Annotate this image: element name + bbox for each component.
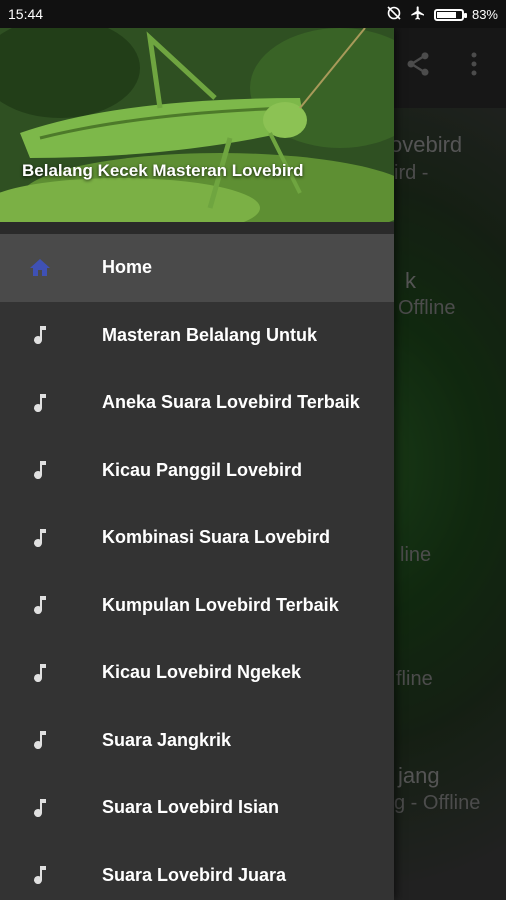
menu-item-home[interactable]: Home bbox=[0, 234, 394, 302]
menu-item-label: Kumpulan Lovebird Terbaik bbox=[102, 594, 339, 615]
music-note-icon bbox=[28, 796, 52, 820]
header-divider bbox=[0, 222, 394, 234]
menu-item-kumpulan-lovebird[interactable]: Kumpulan Lovebird Terbaik bbox=[0, 572, 394, 640]
music-note-icon bbox=[28, 661, 52, 685]
menu-item-kombinasi-suara[interactable]: Kombinasi Suara Lovebird bbox=[0, 504, 394, 572]
airplane-mode-icon bbox=[410, 5, 426, 24]
menu-item-label: Kombinasi Suara Lovebird bbox=[102, 527, 331, 548]
menu-item-kicau-panggil[interactable]: Kicau Panggil Lovebird bbox=[0, 437, 394, 505]
drawer-header-title: Belalang Kecek Masteran Lovebird bbox=[22, 161, 304, 180]
menu-item-label: Kicau Lovebird Ngekek bbox=[102, 662, 302, 683]
grasshopper-image bbox=[0, 28, 394, 222]
battery-percent: 83% bbox=[471, 7, 498, 22]
menu-item-label: Home bbox=[102, 257, 153, 278]
menu-item-label: Suara Lovebird Juara bbox=[102, 864, 287, 885]
menu-item-label: Suara Lovebird Isian bbox=[102, 797, 280, 818]
menu-item-masteran-belalang[interactable]: Masteran Belalang Untuk bbox=[0, 302, 394, 370]
music-note-icon bbox=[28, 526, 52, 550]
menu-item-label: Suara Jangkrik bbox=[102, 729, 232, 750]
home-icon bbox=[28, 256, 52, 280]
menu-item-label: Masteran Belalang Untuk bbox=[102, 324, 318, 345]
music-note-icon bbox=[28, 728, 52, 752]
music-note-icon bbox=[28, 391, 52, 415]
drawer-header: Belalang Kecek Masteran Lovebird bbox=[0, 28, 394, 222]
status-time: 15:44 bbox=[8, 6, 44, 22]
menu-item-label: Aneka Suara Lovebird Terbaik bbox=[102, 392, 360, 413]
music-note-icon bbox=[28, 458, 52, 482]
menu-item-suara-jangkrik[interactable]: Suara Jangkrik bbox=[0, 707, 394, 775]
music-note-icon bbox=[28, 323, 52, 347]
menu-item-kicau-ngekek[interactable]: Kicau Lovebird Ngekek bbox=[0, 639, 394, 707]
navigation-drawer: Belalang Kecek Masteran Lovebird Home Ma… bbox=[0, 28, 394, 900]
drawer-menu: Home Masteran Belalang Untuk Aneka Suara… bbox=[0, 234, 394, 900]
menu-item-label: Kicau Panggil Lovebird bbox=[102, 459, 303, 480]
menu-item-lovebird-isian[interactable]: Suara Lovebird Isian bbox=[0, 774, 394, 842]
menu-item-aneka-suara[interactable]: Aneka Suara Lovebird Terbaik bbox=[0, 369, 394, 437]
alarm-off-icon bbox=[386, 5, 402, 24]
music-note-icon bbox=[28, 863, 52, 887]
battery-icon bbox=[433, 8, 467, 21]
status-bar: 15:44 83% bbox=[0, 0, 506, 28]
music-note-icon bbox=[28, 593, 52, 617]
menu-item-lovebird-juara[interactable]: Suara Lovebird Juara bbox=[0, 842, 394, 900]
